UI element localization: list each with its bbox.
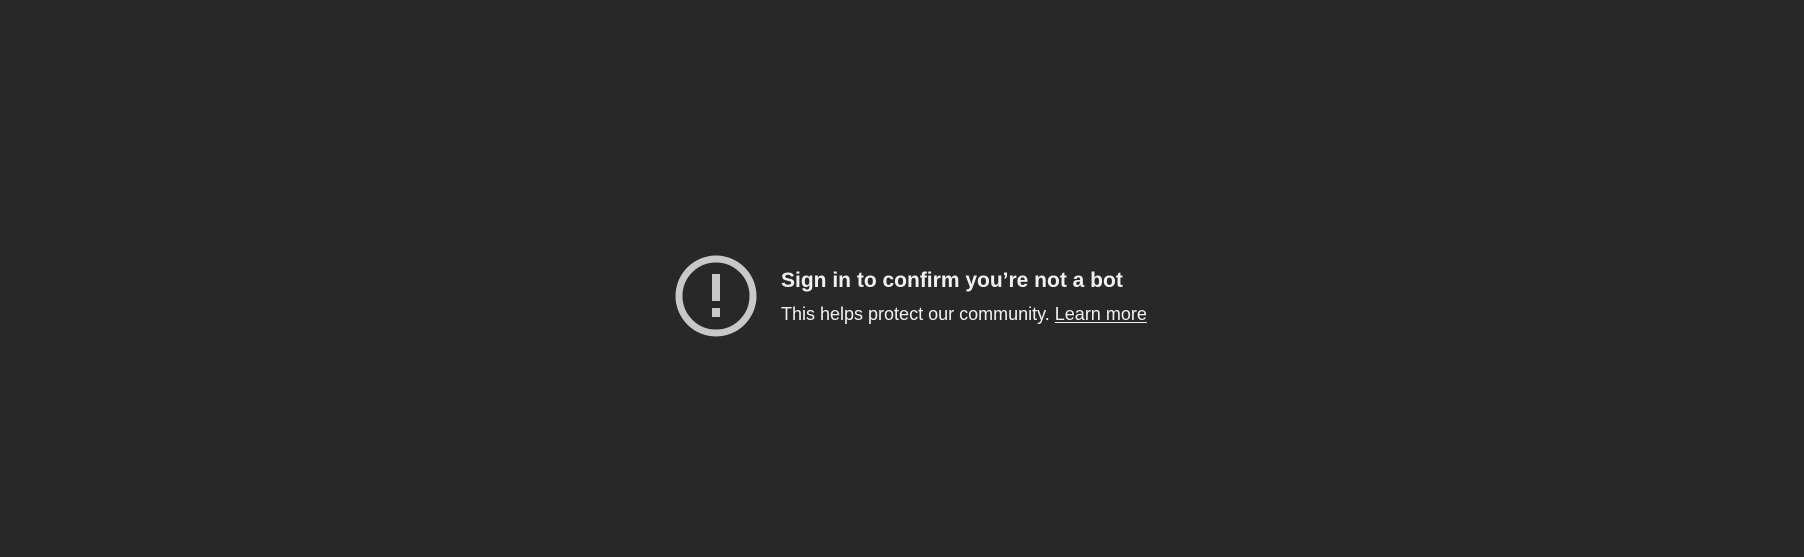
bot-check-message: Sign in to confirm you’re not a bot This… [675,255,1147,337]
notice-body: This helps protect our community. [781,303,1055,324]
exclamation-circle-icon [675,255,757,337]
notice-title: Sign in to confirm you’re not a bot [781,268,1123,292]
learn-more-link[interactable]: Learn more [1055,304,1147,324]
notice-body-line: This helps protect our community. Learn … [781,302,1147,326]
bot-check-screen: Sign in to confirm you’re not a bot This… [0,0,1804,557]
notice-text: Sign in to confirm you’re not a bot This… [781,267,1147,326]
